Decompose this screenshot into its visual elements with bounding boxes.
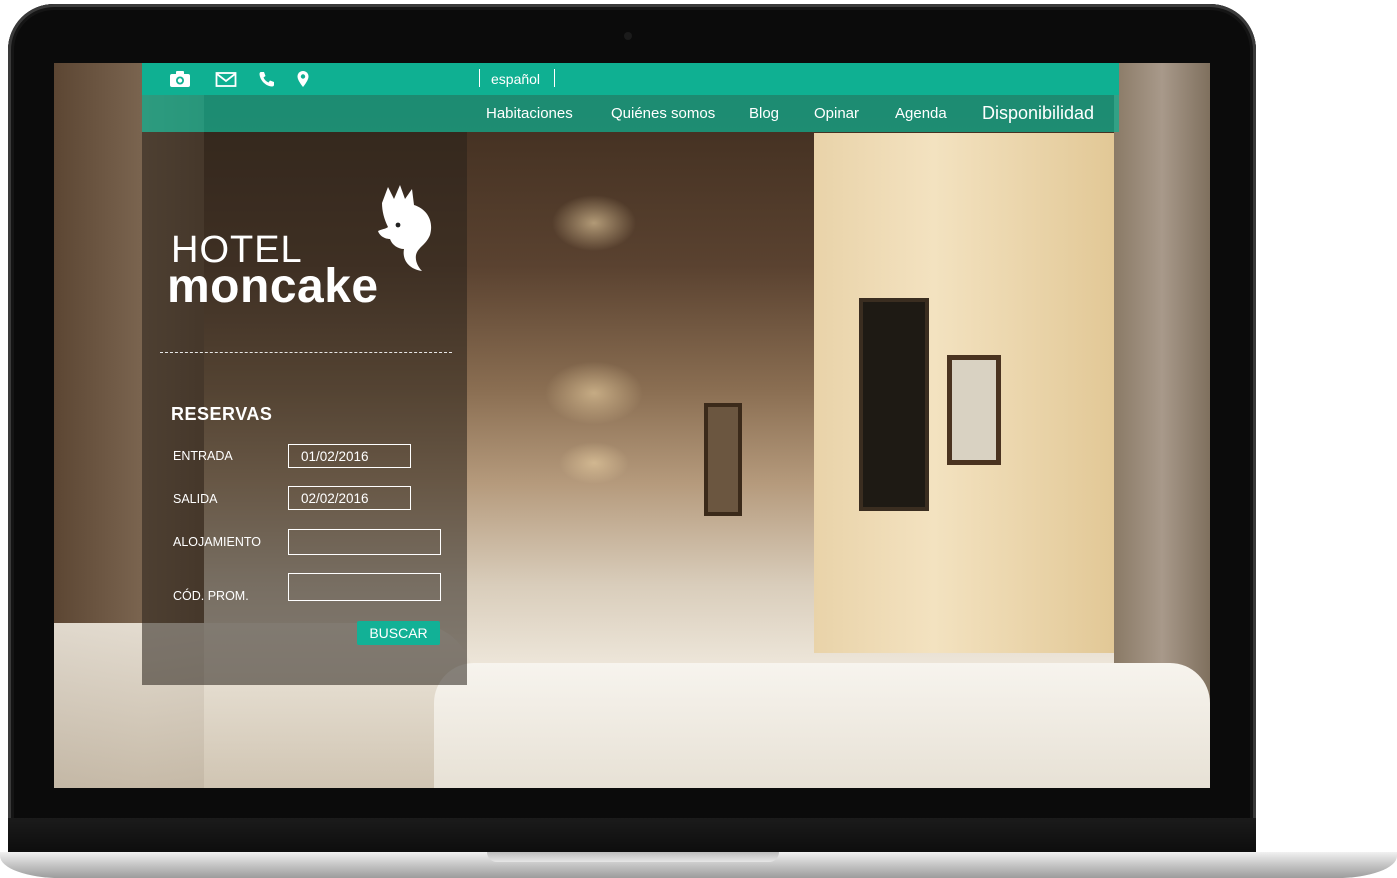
language-separator-left	[479, 69, 480, 87]
nav-disponibilidad[interactable]: Disponibilidad	[982, 103, 1094, 124]
painting-small	[947, 355, 1001, 465]
camera-dot	[624, 32, 632, 40]
booking-title: RESERVAS	[171, 404, 273, 424]
codigo-promocional-field[interactable]	[288, 573, 441, 601]
top-bar: español	[142, 63, 1119, 95]
nav-agenda[interactable]: Agenda	[895, 105, 947, 122]
salida-label: SALIDA	[173, 492, 218, 506]
language-separator-right	[554, 69, 555, 87]
entrada-date-field[interactable]	[288, 444, 411, 468]
rooster-logo-icon	[378, 185, 432, 271]
alojamiento-label: ALOJAMIENTO	[173, 535, 261, 549]
salida-date-field[interactable]	[288, 486, 411, 510]
phone-icon[interactable]	[258, 70, 278, 88]
divider-dashed	[160, 352, 452, 353]
laptop-chin	[8, 818, 1256, 856]
nav-opinar[interactable]: Opinar	[814, 105, 859, 122]
buscar-button[interactable]: BUSCAR	[357, 621, 440, 645]
mirror	[704, 403, 742, 516]
nav-habitaciones[interactable]: Habitaciones	[486, 105, 573, 122]
painting-large	[859, 298, 929, 511]
table-front	[434, 663, 1210, 788]
main-navigation: Habitaciones Quiénes somos Blog Opinar A…	[142, 95, 1119, 132]
entrada-label: ENTRADA	[173, 449, 233, 463]
codigo-promocional-label: CÓD. PROM.	[173, 589, 249, 603]
language-selector[interactable]: español	[491, 71, 540, 87]
laptop-opening-notch	[487, 852, 779, 862]
nav-blog[interactable]: Blog	[749, 105, 779, 122]
brand-line-moncake: moncake	[167, 260, 379, 313]
location-pin-icon[interactable]	[296, 70, 316, 88]
mail-icon[interactable]	[215, 70, 237, 88]
camera-icon[interactable]	[169, 70, 190, 88]
nav-quienes-somos[interactable]: Quiénes somos	[611, 105, 715, 122]
hotel-website-screen: español Habitaciones Quiénes somos Blog …	[54, 63, 1210, 788]
alojamiento-field[interactable]	[288, 529, 441, 555]
